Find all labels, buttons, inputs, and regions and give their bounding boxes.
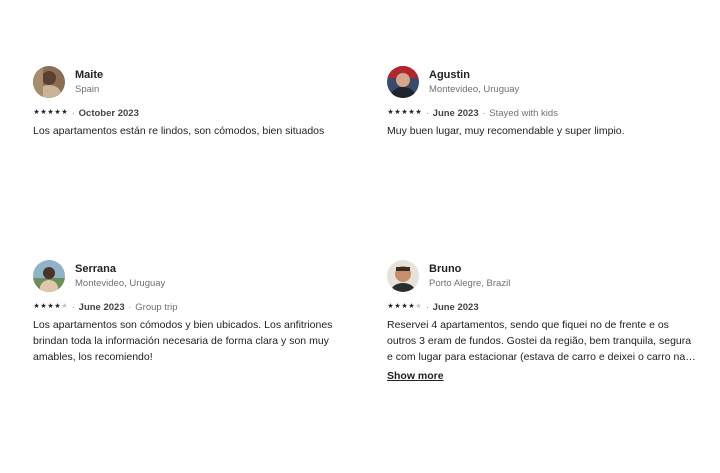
star-filled-icon: ★ xyxy=(408,303,415,310)
avatar[interactable] xyxy=(33,66,65,98)
reviewer-location: Montevideo, Uruguay xyxy=(429,84,520,95)
rating-stars: ★ ★ ★ ★ ★ xyxy=(387,109,422,117)
review-date: June 2023 xyxy=(432,301,479,313)
star-filled-icon: ★ xyxy=(33,109,40,116)
show-more-button[interactable]: Show more xyxy=(387,370,444,382)
star-filled-icon: ★ xyxy=(54,303,61,310)
reviewer-name: Maite xyxy=(75,69,104,81)
star-filled-icon: ★ xyxy=(40,303,47,310)
reviewer-location: Spain xyxy=(75,84,100,95)
star-filled-icon: ★ xyxy=(387,109,394,116)
rating-stars: ★ ★ ★ ★ ★ xyxy=(33,109,68,117)
separator-dot: · xyxy=(72,302,75,312)
trip-type: Stayed with kids xyxy=(489,107,558,119)
review-meta: ★ ★ ★ ★ ★ · June 2023 · Group trip xyxy=(33,301,343,313)
reviewer-name: Serrana xyxy=(75,263,116,275)
star-filled-icon: ★ xyxy=(47,109,54,116)
review-text: Muy buen lugar, muy recomendable y super… xyxy=(387,125,625,137)
star-filled-icon: ★ xyxy=(387,303,394,310)
star-filled-icon: ★ xyxy=(415,109,422,116)
trip-type: Group trip xyxy=(135,301,178,313)
star-filled-icon: ★ xyxy=(401,109,408,116)
star-filled-icon: ★ xyxy=(394,109,401,116)
star-filled-icon: ★ xyxy=(47,303,54,310)
review-date: June 2023 xyxy=(78,301,125,313)
separator-dot: · xyxy=(128,302,132,312)
separator-dot: · xyxy=(482,108,486,118)
star-filled-icon: ★ xyxy=(394,303,401,310)
review-header: Agustin Montevideo, Uruguay xyxy=(387,66,697,98)
review-meta: ★ ★ ★ ★ ★ · June 2023 xyxy=(387,301,697,313)
review-date: June 2023 xyxy=(432,107,479,119)
reviewer-location: Porto Alegre, Brazil xyxy=(429,278,511,289)
rating-stars: ★ ★ ★ ★ ★ xyxy=(33,303,68,311)
review-card: Maite Spain ★ ★ ★ ★ ★ · October 2023 Los apa… xyxy=(33,66,343,139)
reviewer-name: Agustin xyxy=(429,69,470,81)
review-text: Reservei 4 apartamentos, sendo que fique… xyxy=(387,319,692,363)
avatar[interactable] xyxy=(387,66,419,98)
separator-dot: · xyxy=(426,108,429,118)
review-meta: ★ ★ ★ ★ ★ · June 2023 · Stayed with kids xyxy=(387,107,697,119)
review-card: Bruno Porto Alegre, Brazil ★ ★ ★ ★ ★ · June … xyxy=(387,260,697,384)
star-empty-icon: ★ xyxy=(61,303,68,310)
review-header: Maite Spain xyxy=(33,66,343,98)
separator-dot: · xyxy=(72,108,75,118)
review-text: Los apartamentos están re lindos, son có… xyxy=(33,125,325,137)
avatar[interactable] xyxy=(33,260,65,292)
review-header: Bruno Porto Alegre, Brazil xyxy=(387,260,697,292)
avatar[interactable] xyxy=(387,260,419,292)
review-card: Agustin Montevideo, Uruguay ★ ★ ★ ★ ★ · June… xyxy=(387,66,697,139)
star-filled-icon: ★ xyxy=(61,109,68,116)
review-meta: ★ ★ ★ ★ ★ · October 2023 xyxy=(33,107,343,119)
review-card: Serrana Montevideo, Uruguay ★ ★ ★ ★ ★ · June… xyxy=(33,260,343,365)
star-filled-icon: ★ xyxy=(33,303,40,310)
star-empty-icon: ★ xyxy=(415,303,422,310)
rating-stars: ★ ★ ★ ★ ★ xyxy=(387,303,422,311)
review-header: Serrana Montevideo, Uruguay xyxy=(33,260,343,292)
star-filled-icon: ★ xyxy=(54,109,61,116)
review-text: Los apartamentos son cómodos y bien ubic… xyxy=(33,319,333,363)
star-filled-icon: ★ xyxy=(40,109,47,116)
reviewer-name: Bruno xyxy=(429,263,462,275)
star-filled-icon: ★ xyxy=(408,109,415,116)
review-date: October 2023 xyxy=(78,107,139,119)
reviewer-location: Montevideo, Uruguay xyxy=(75,278,166,289)
star-filled-icon: ★ xyxy=(401,303,408,310)
separator-dot: · xyxy=(426,302,429,312)
